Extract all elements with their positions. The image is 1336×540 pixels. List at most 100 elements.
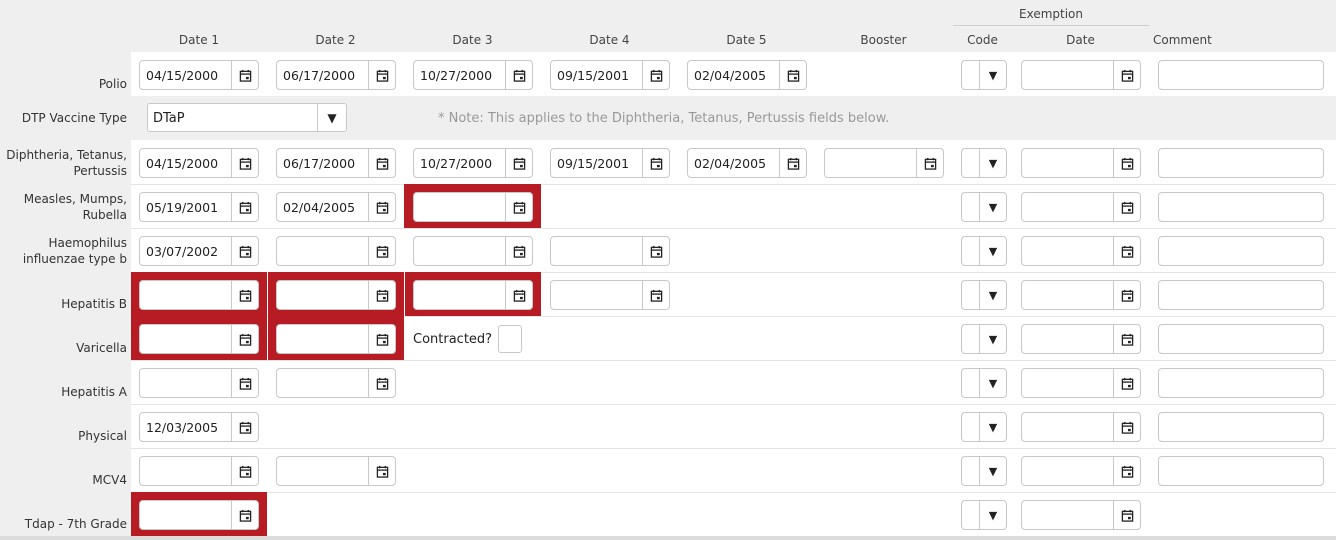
- varicella-exemption-date[interactable]: [1021, 324, 1141, 354]
- dtp-vaccine-type-select[interactable]: DTaP ▼: [147, 103, 347, 132]
- hepa-date-2[interactable]: [276, 368, 396, 398]
- calendar-icon[interactable]: [368, 369, 395, 397]
- hib-exemption-code-select[interactable]: ▼: [961, 236, 1007, 266]
- hib-date-2[interactable]: [276, 236, 396, 266]
- hepa-comment-input[interactable]: [1158, 368, 1324, 398]
- polio-exemption-date[interactable]: [1021, 60, 1141, 90]
- calendar-icon[interactable]: [1113, 193, 1140, 221]
- polio-date-1[interactable]: 04/15/2000: [139, 60, 259, 90]
- calendar-icon[interactable]: [505, 281, 532, 309]
- hib-comment-input[interactable]: [1158, 236, 1324, 266]
- physical-exemption-date[interactable]: [1021, 412, 1141, 442]
- hepb-date-1[interactable]: [139, 280, 259, 310]
- calendar-icon[interactable]: [1113, 325, 1140, 353]
- calendar-icon[interactable]: [231, 325, 258, 353]
- calendar-icon[interactable]: [1113, 369, 1140, 397]
- calendar-icon[interactable]: [916, 149, 943, 177]
- contracted-checkbox[interactable]: [498, 325, 522, 353]
- polio-date-2[interactable]: 06/17/2000: [276, 60, 396, 90]
- calendar-icon[interactable]: [231, 193, 258, 221]
- calendar-icon[interactable]: [231, 501, 258, 529]
- polio-exemption-code-select[interactable]: ▼: [961, 60, 1007, 90]
- polio-date-4[interactable]: 09/15/2001: [550, 60, 670, 90]
- mmr-exemption-date[interactable]: [1021, 192, 1141, 222]
- mcv4-exemption-date[interactable]: [1021, 456, 1141, 486]
- hepa-exemption-date[interactable]: [1021, 368, 1141, 398]
- hepb-comment-input[interactable]: [1158, 280, 1324, 310]
- calendar-icon[interactable]: [231, 457, 258, 485]
- hepa-exemption-code-select[interactable]: ▼: [961, 368, 1007, 398]
- dtp-date-4[interactable]: 09/15/2001: [550, 148, 670, 178]
- calendar-icon[interactable]: [231, 237, 258, 265]
- polio-date-5[interactable]: 02/04/2005: [687, 60, 807, 90]
- mcv4-comment-input[interactable]: [1158, 456, 1324, 486]
- mmr-date-1[interactable]: 05/19/2001: [139, 192, 259, 222]
- hib-date-3[interactable]: [413, 236, 533, 266]
- dtp-booster-date[interactable]: [824, 148, 944, 178]
- dtp-date-2[interactable]: 06/17/2000: [276, 148, 396, 178]
- physical-date-1[interactable]: 12/03/2005: [139, 412, 259, 442]
- physical-exemption-code-select[interactable]: ▼: [961, 412, 1007, 442]
- calendar-icon[interactable]: [642, 281, 669, 309]
- calendar-icon[interactable]: [231, 281, 258, 309]
- calendar-icon[interactable]: [1113, 413, 1140, 441]
- dtp-date-1[interactable]: 04/15/2000: [139, 148, 259, 178]
- calendar-icon[interactable]: [642, 61, 669, 89]
- hepa-date-1[interactable]: [139, 368, 259, 398]
- calendar-icon[interactable]: [779, 61, 806, 89]
- calendar-icon[interactable]: [368, 237, 395, 265]
- polio-date-3[interactable]: 10/27/2000: [413, 60, 533, 90]
- tdap-exemption-code-select[interactable]: ▼: [961, 500, 1007, 530]
- tdap-exemption-date[interactable]: [1021, 500, 1141, 530]
- calendar-icon[interactable]: [368, 61, 395, 89]
- calendar-icon[interactable]: [1113, 501, 1140, 529]
- calendar-icon[interactable]: [642, 149, 669, 177]
- hepb-date-3[interactable]: [413, 280, 533, 310]
- calendar-icon[interactable]: [368, 457, 395, 485]
- hib-exemption-date[interactable]: [1021, 236, 1141, 266]
- calendar-icon[interactable]: [368, 325, 395, 353]
- varicella-comment-input[interactable]: [1158, 324, 1324, 354]
- mcv4-exemption-code-select[interactable]: ▼: [961, 456, 1007, 486]
- mmr-date-2[interactable]: 02/04/2005: [276, 192, 396, 222]
- varicella-exemption-code-select[interactable]: ▼: [961, 324, 1007, 354]
- calendar-icon[interactable]: [368, 193, 395, 221]
- calendar-icon[interactable]: [505, 61, 532, 89]
- polio-comment-input[interactable]: [1158, 60, 1324, 90]
- calendar-icon[interactable]: [231, 61, 258, 89]
- varicella-date-2[interactable]: [276, 324, 396, 354]
- calendar-icon[interactable]: [505, 193, 532, 221]
- calendar-icon[interactable]: [505, 237, 532, 265]
- dtp-exemption-code-select[interactable]: ▼: [961, 148, 1007, 178]
- mcv4-date-1[interactable]: [139, 456, 259, 486]
- calendar-icon[interactable]: [231, 369, 258, 397]
- dtp-date-5[interactable]: 02/04/2005: [687, 148, 807, 178]
- calendar-icon[interactable]: [1113, 61, 1140, 89]
- calendar-icon[interactable]: [231, 413, 258, 441]
- hib-date-4[interactable]: [550, 236, 670, 266]
- calendar-icon[interactable]: [505, 149, 532, 177]
- varicella-date-1[interactable]: [139, 324, 259, 354]
- calendar-icon[interactable]: [1113, 457, 1140, 485]
- physical-comment-input[interactable]: [1158, 412, 1324, 442]
- mcv4-date-2[interactable]: [276, 456, 396, 486]
- calendar-icon[interactable]: [1113, 237, 1140, 265]
- mmr-date-3[interactable]: [413, 192, 533, 222]
- hib-date-1[interactable]: 03/07/2002: [139, 236, 259, 266]
- hepb-date-2[interactable]: [276, 280, 396, 310]
- hepb-exemption-code-select[interactable]: ▼: [961, 280, 1007, 310]
- tdap-date-1[interactable]: [139, 500, 259, 530]
- calendar-icon[interactable]: [1113, 281, 1140, 309]
- calendar-icon[interactable]: [1113, 149, 1140, 177]
- calendar-icon[interactable]: [231, 149, 258, 177]
- mmr-comment-input[interactable]: [1158, 192, 1324, 222]
- dtp-date-3[interactable]: 10/27/2000: [413, 148, 533, 178]
- dtp-exemption-date[interactable]: [1021, 148, 1141, 178]
- calendar-icon[interactable]: [368, 281, 395, 309]
- calendar-icon[interactable]: [642, 237, 669, 265]
- dtp-comment-input[interactable]: [1158, 148, 1324, 178]
- calendar-icon[interactable]: [368, 149, 395, 177]
- calendar-icon[interactable]: [779, 149, 806, 177]
- hepb-exemption-date[interactable]: [1021, 280, 1141, 310]
- hepb-date-4[interactable]: [550, 280, 670, 310]
